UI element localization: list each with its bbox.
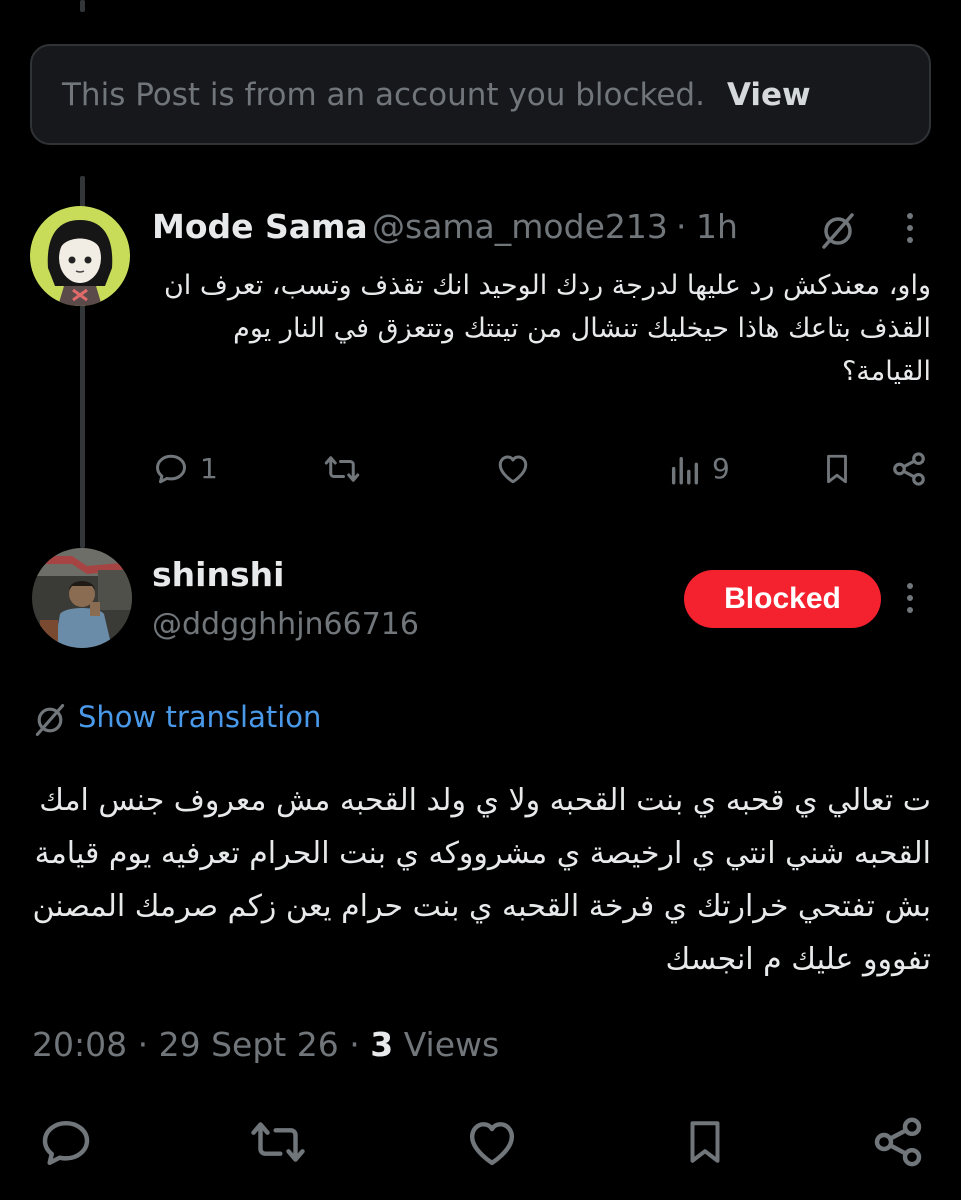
- thread-line-top: [80, 0, 85, 12]
- author-handle[interactable]: @sama_mode213: [372, 207, 668, 246]
- repost-icon[interactable]: [322, 451, 362, 487]
- grok-translate-icon[interactable]: [32, 702, 68, 738]
- like-icon[interactable]: [464, 1115, 520, 1171]
- repost-icon[interactable]: [248, 1114, 308, 1170]
- like-icon[interactable]: [494, 451, 532, 487]
- author-name[interactable]: Mode Sama: [152, 207, 368, 246]
- post-date[interactable]: 29 Sept 26: [159, 1025, 339, 1064]
- blocked-notice-text: This Post is from an account you blocked…: [62, 76, 705, 113]
- reply-count: 1: [200, 452, 218, 485]
- anime-girl-avatar-icon: [30, 206, 130, 306]
- bookmark-icon[interactable]: [820, 450, 854, 488]
- avatar[interactable]: [32, 548, 132, 648]
- view-blocked-post-button[interactable]: View: [727, 77, 811, 113]
- reply-icon[interactable]: [38, 1115, 94, 1171]
- meta-dot: ·: [137, 1025, 149, 1064]
- post-time[interactable]: 1h: [696, 207, 738, 246]
- post-timestamp-row: 20:08 · 29 Sept 26 · 3 Views: [32, 1025, 499, 1064]
- meta-dot: ·: [349, 1025, 360, 1064]
- main-post-text: ت تعالي ي قحبه ي بنت القحبه ولا ي ولد ال…: [32, 783, 931, 977]
- reply-icon[interactable]: [152, 451, 190, 487]
- man-photo-avatar-icon: [32, 548, 132, 648]
- more-options-icon[interactable]: [902, 580, 918, 616]
- views-count: 3: [370, 1025, 394, 1064]
- blocked-button[interactable]: Blocked: [684, 570, 881, 628]
- grok-icon[interactable]: [818, 211, 858, 251]
- author-handle[interactable]: @ddgghhjn66716: [152, 607, 419, 642]
- bookmark-icon[interactable]: [680, 1113, 730, 1171]
- more-options-icon[interactable]: [902, 210, 918, 246]
- post-time[interactable]: 20:08: [32, 1025, 127, 1064]
- share-icon[interactable]: [890, 450, 928, 488]
- views-label: Views: [403, 1025, 500, 1064]
- avatar[interactable]: [30, 206, 130, 306]
- views-count: 9: [712, 452, 730, 485]
- blocked-post-notice: This Post is from an account you blocked…: [30, 44, 931, 145]
- share-icon[interactable]: [870, 1114, 926, 1170]
- meta-separator: ·: [676, 207, 687, 246]
- views-icon[interactable]: [668, 453, 702, 487]
- reply-post-text: واو، معندكش رد عليها لدرجة ردك الوحيد ان…: [163, 270, 931, 387]
- show-translation-link[interactable]: Show translation: [78, 700, 321, 734]
- author-name[interactable]: shinshi: [152, 555, 284, 594]
